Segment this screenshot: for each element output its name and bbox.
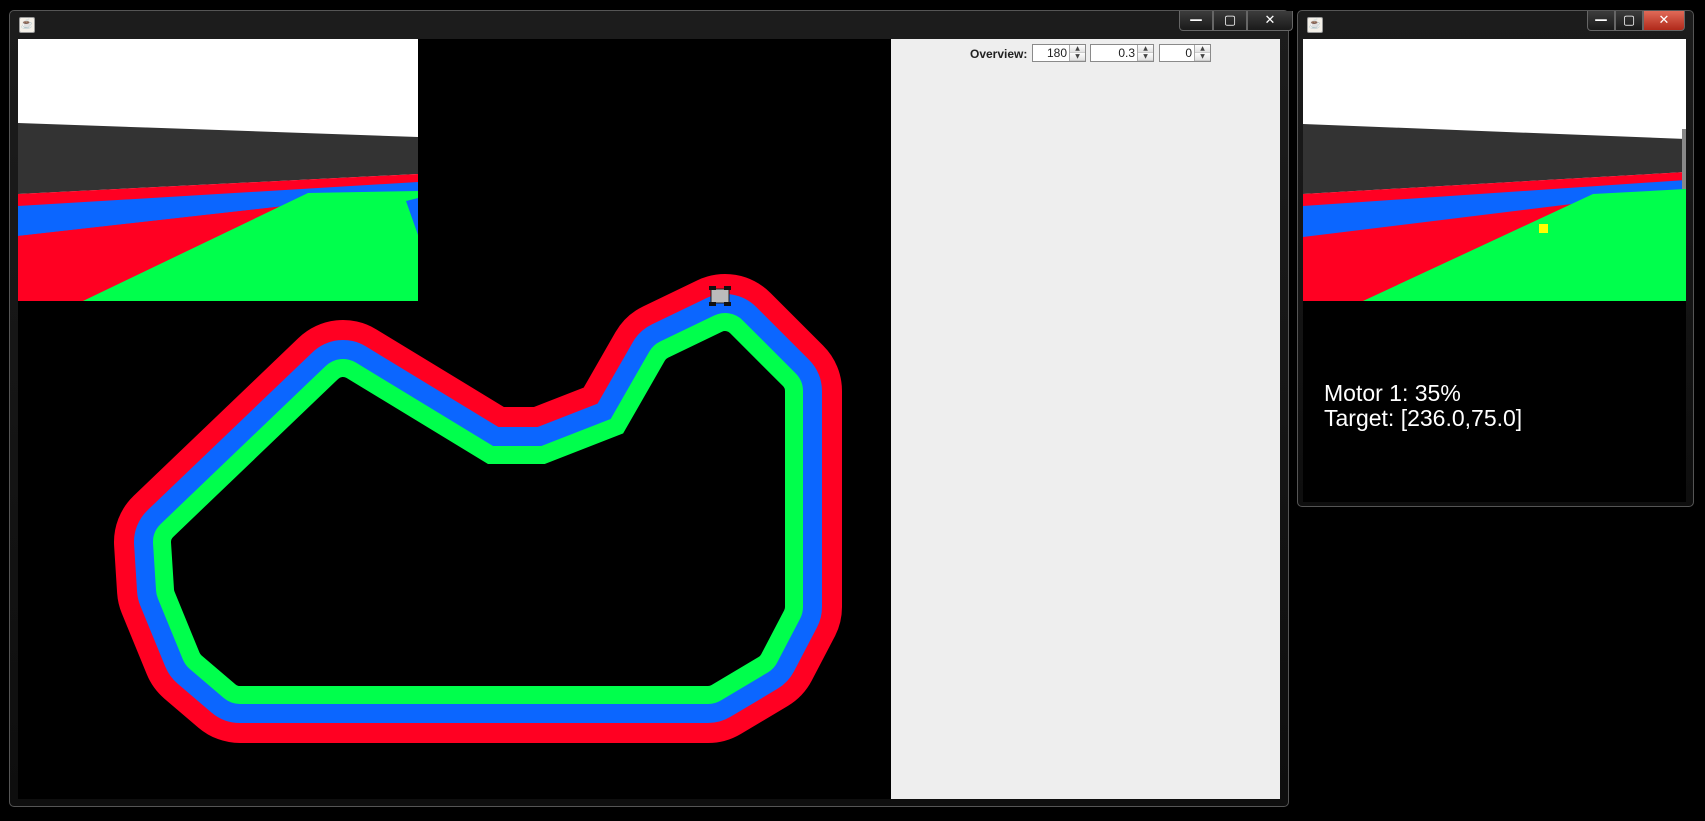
spinner-value[interactable]: 180 — [1047, 46, 1067, 60]
close-button[interactable]: ✕ — [1247, 11, 1293, 31]
minimize-button[interactable]: — — [1179, 11, 1213, 31]
spinner-down-arrow[interactable]: ▼ — [1195, 53, 1210, 61]
target-status: Target: [236.0,75.0] — [1324, 405, 1523, 431]
scrollbar[interactable] — [1682, 129, 1686, 189]
robot-car-icon — [709, 286, 731, 306]
robot-camera-view — [1303, 39, 1686, 301]
close-button[interactable]: ✕ — [1643, 11, 1685, 31]
window-controls: — ▢ ✕ — [1179, 11, 1293, 31]
control-panel: Overview: 180 ▲ ▼ 0.3 ▲ ▼ 0 ▲ ▼ — [891, 39, 1280, 799]
java-app-icon[interactable]: ☕ — [19, 17, 35, 33]
robot-view-canvas: Motor 1: 35% Target: [236.0,75.0] — [1303, 39, 1686, 502]
overview-label: Overview: — [970, 47, 1028, 61]
java-app-icon[interactable]: ☕ — [1307, 17, 1323, 33]
simulation-canvas: Overview: 180 ▲ ▼ 0.3 ▲ ▼ 0 ▲ ▼ — [18, 39, 1280, 799]
overview-zoom-spinner[interactable]: 0.3 ▲ ▼ — [1090, 44, 1154, 62]
window-controls: — ▢ ✕ — [1587, 11, 1685, 31]
spinner-down-arrow[interactable]: ▼ — [1138, 53, 1153, 61]
minimize-button[interactable]: — — [1587, 11, 1615, 31]
motor-status: Motor 1: 35% — [1324, 380, 1461, 406]
spinner-down-arrow[interactable]: ▼ — [1070, 53, 1085, 61]
spinner-value[interactable]: 0 — [1185, 46, 1192, 60]
maximize-button[interactable]: ▢ — [1615, 11, 1643, 31]
target-marker — [1539, 224, 1548, 233]
maximize-button[interactable]: ▢ — [1213, 11, 1247, 31]
main-window: ☕ — ▢ ✕ Overview: 180 ▲ ▼ 0.3 ▲ ▼ 0 ▲ ▼ — [9, 10, 1293, 807]
overview-angle-spinner[interactable]: 180 ▲ ▼ — [1032, 44, 1086, 62]
robot-camera-view — [18, 39, 418, 301]
spinner-up-arrow[interactable]: ▲ — [1138, 45, 1153, 53]
spinner-up-arrow[interactable]: ▲ — [1070, 45, 1085, 53]
spinner-up-arrow[interactable]: ▲ — [1195, 45, 1210, 53]
robot-status: Motor 1: 35% Target: [236.0,75.0] — [1324, 381, 1522, 431]
spinner-value[interactable]: 0.3 — [1118, 46, 1135, 60]
overview-offset-spinner[interactable]: 0 ▲ ▼ — [1159, 44, 1211, 62]
robot-view-window: ☕ — ▢ ✕ Motor 1: 35% Target: [236.0,75.0… — [1297, 10, 1694, 507]
